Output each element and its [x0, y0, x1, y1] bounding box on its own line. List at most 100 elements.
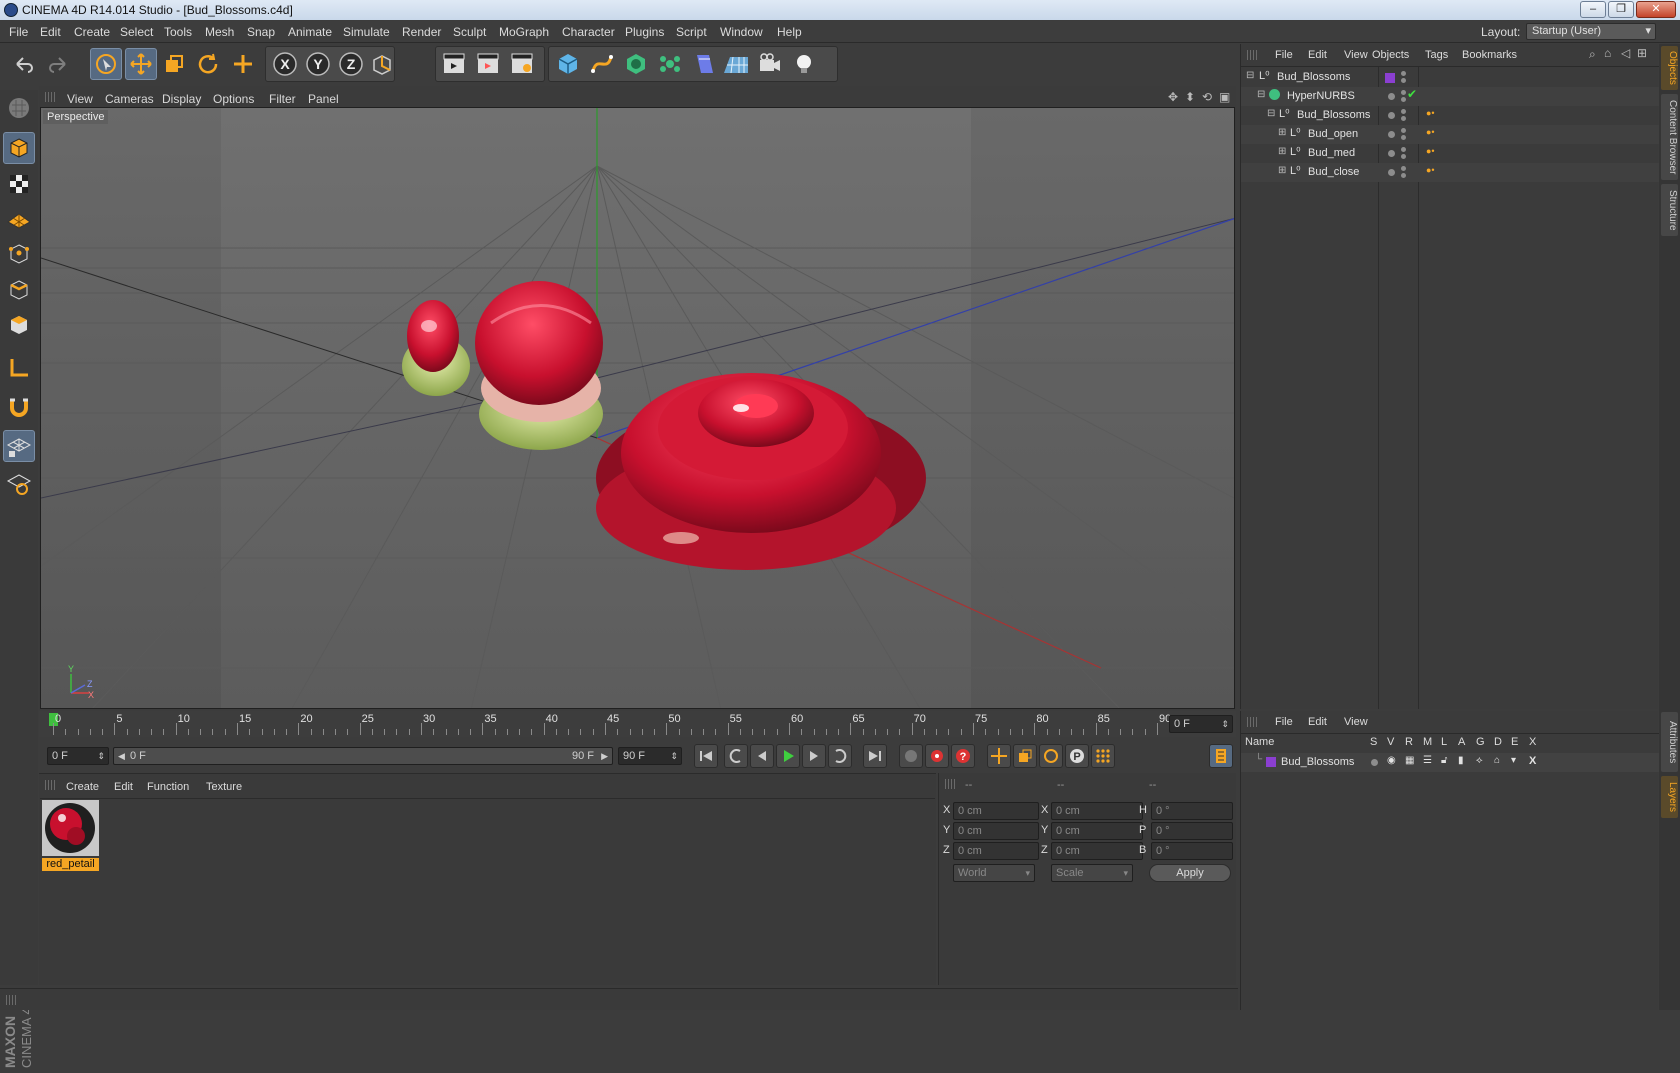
viewport-menu-display[interactable]: Display [162, 92, 201, 106]
visibility-dot[interactable] [1388, 93, 1395, 100]
layer-row-bud-blossoms[interactable]: └ Bud_Blossoms ◉ ▦ ☰ 🔓︎ ▮ ⟡ ⌂ ▾ X [1241, 753, 1659, 772]
add-camera-button[interactable] [754, 48, 786, 80]
visibility-dot[interactable] [1388, 131, 1395, 138]
lock-icon[interactable]: 🔓︎ [1441, 755, 1447, 766]
key-pla-button[interactable] [1091, 744, 1115, 768]
tab-layers[interactable]: Layers [1661, 776, 1678, 818]
apply-button[interactable]: Apply [1149, 864, 1231, 882]
viewport-scene[interactable]: Y Z X [41, 108, 1235, 709]
visibility-dot[interactable] [1388, 112, 1395, 119]
end-frame-field[interactable]: 90 F ⇕ [618, 747, 682, 765]
visibility-dot[interactable] [1388, 169, 1395, 176]
timeline-window-button[interactable] [1209, 744, 1233, 768]
polygons-mode-button[interactable] [3, 309, 35, 341]
size-z-field[interactable]: 0 cm [1051, 842, 1143, 860]
key-parameter-button[interactable]: P [1065, 744, 1089, 768]
layers-col-view[interactable]: V [1387, 736, 1394, 748]
menu-script[interactable]: Script [676, 25, 707, 39]
layers-col-render[interactable]: R [1405, 736, 1413, 748]
layers-col-locked[interactable]: L [1441, 736, 1447, 748]
position-x-field[interactable]: 0 cm [953, 802, 1039, 820]
menu-mograph[interactable]: MoGraph [499, 25, 549, 39]
menu-sculpt[interactable]: Sculpt [453, 25, 486, 39]
menu-window[interactable]: Window [720, 25, 763, 39]
add-array-button[interactable] [654, 48, 686, 80]
tree-row-bud-blossoms-root[interactable]: ⊟ L⁰ Bud_Blossoms [1241, 68, 1659, 87]
menu-file[interactable]: File [9, 25, 28, 39]
close-button[interactable]: ✕ [1636, 1, 1676, 18]
menu-animate[interactable]: Animate [288, 25, 332, 39]
viewport-menu-panel[interactable]: Panel [308, 92, 339, 106]
viewport-menu-cameras[interactable]: Cameras [105, 92, 154, 106]
coordinate-mode-select[interactable]: World ▾ [953, 864, 1035, 882]
layers-menu-edit[interactable]: Edit [1308, 716, 1327, 728]
workplane-mode-button[interactable] [3, 202, 35, 234]
render-icon[interactable]: ▦ [1405, 755, 1414, 766]
editor-visibility-dot[interactable] [1401, 128, 1406, 133]
go-to-start-button[interactable] [694, 744, 718, 768]
previous-key-button[interactable] [724, 744, 748, 768]
material-menu-function[interactable]: Function [147, 781, 189, 793]
render-visibility-dot[interactable] [1401, 78, 1406, 83]
key-scale-button[interactable] [1013, 744, 1037, 768]
editor-visibility-dot[interactable] [1401, 90, 1406, 95]
material-menu-create[interactable]: Create [66, 781, 99, 793]
layers-col-solo[interactable]: S [1370, 736, 1377, 748]
viewport-rotate-icon[interactable]: ⟲ [1202, 90, 1212, 104]
navigate-back-icon[interactable]: ◁ [1621, 46, 1630, 60]
layers-col-manager[interactable]: M [1423, 736, 1432, 748]
menu-create[interactable]: Create [74, 25, 110, 39]
key-position-button[interactable] [987, 744, 1011, 768]
panel-grip[interactable] [6, 995, 18, 1005]
layout-select[interactable]: Startup (User) ▾ [1526, 23, 1656, 40]
panel-grip[interactable] [45, 92, 57, 102]
timeline-ruler[interactable]: 0 5 10 15 20 25 30 35 40 45 50 55 60 65 70 75 80 85 90 0 F… [39, 711, 1236, 737]
add-light-button[interactable] [788, 48, 820, 80]
layers-col-xref[interactable]: X [1529, 736, 1536, 748]
objects-menu-tags[interactable]: Tags [1425, 49, 1448, 61]
objects-menu-bookmarks[interactable]: Bookmarks [1462, 49, 1517, 61]
snap-button[interactable] [3, 392, 35, 424]
rotate-tool-button[interactable] [192, 48, 224, 80]
tab-content-browser[interactable]: Content Browser [1661, 94, 1678, 180]
key-rotation-button[interactable] [1039, 744, 1063, 768]
layers-menu-view[interactable]: View [1344, 716, 1368, 728]
current-frame-field[interactable]: 0 F ⇕ [1169, 715, 1233, 733]
undo-button[interactable] [8, 48, 40, 80]
objects-menu-file[interactable]: File [1275, 49, 1293, 61]
keyframe-selection-button[interactable]: ? [951, 744, 975, 768]
eye-icon[interactable]: ◉ [1387, 755, 1396, 766]
generator-icon[interactable]: ⟡ [1476, 755, 1483, 766]
coordinate-system-button[interactable] [366, 48, 398, 80]
collapse-toggle-icon[interactable]: ⊟ [1246, 70, 1254, 81]
layers-col-expressions[interactable]: E [1511, 736, 1518, 748]
size-y-field[interactable]: 0 cm [1051, 822, 1143, 840]
editor-visibility-dot[interactable] [1401, 147, 1406, 152]
solo-toggle-dot[interactable] [1371, 759, 1378, 766]
editor-visibility-dot[interactable] [1401, 71, 1406, 76]
layer-color-chip[interactable] [1266, 757, 1276, 767]
autokey-button[interactable] [925, 744, 949, 768]
layers-col-generators[interactable]: G [1476, 736, 1485, 748]
expand-toggle-icon[interactable]: ⊞ [1278, 165, 1286, 176]
viewport-maximize-icon[interactable]: ▣ [1219, 90, 1230, 104]
material-menu-texture[interactable]: Texture [206, 781, 242, 793]
material-tag-icon[interactable]: ●• [1426, 146, 1435, 156]
menu-character[interactable]: Character [562, 25, 615, 39]
z-axis-lock-button[interactable]: Z [335, 48, 367, 80]
xref-icon[interactable]: X [1529, 755, 1536, 767]
home-icon[interactable]: ⌂ [1604, 46, 1611, 60]
menu-select[interactable]: Select [120, 25, 153, 39]
start-frame-field[interactable]: 0 F ⇕ [47, 747, 109, 765]
menu-mesh[interactable]: Mesh [205, 25, 234, 39]
tab-objects[interactable]: Objects [1661, 46, 1678, 90]
layer-color-chip[interactable] [1385, 73, 1395, 83]
material-swatch[interactable]: red_petail [42, 800, 99, 872]
panel-grip[interactable] [1247, 50, 1259, 60]
add-cube-button[interactable] [552, 48, 584, 80]
layers-menu-file[interactable]: File [1275, 716, 1293, 728]
add-environment-button[interactable] [720, 48, 752, 80]
recent-tool-button[interactable] [227, 48, 259, 80]
bud-med[interactable] [475, 281, 603, 450]
go-to-end-button[interactable] [863, 744, 887, 768]
